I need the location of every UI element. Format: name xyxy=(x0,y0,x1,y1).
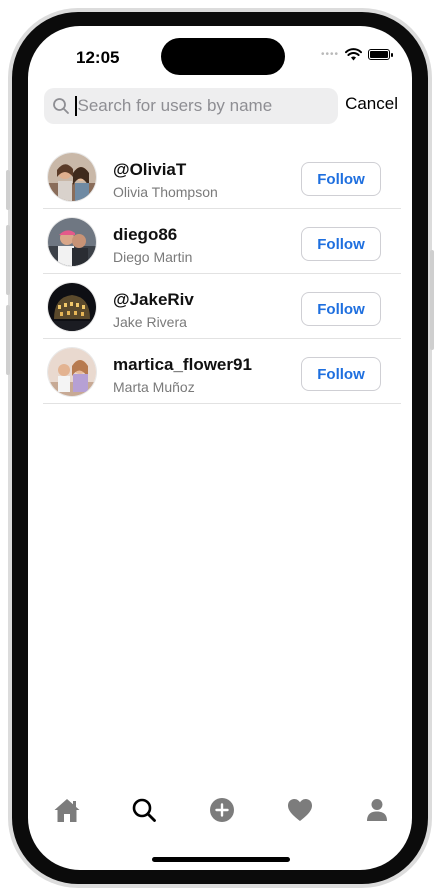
battery-icon xyxy=(368,49,393,60)
tab-activity[interactable] xyxy=(280,790,320,830)
follow-button[interactable]: Follow xyxy=(301,227,381,261)
user-row[interactable]: diego86 Diego Martin Follow xyxy=(43,209,401,274)
side-button xyxy=(6,305,10,375)
user-full-name: Olivia Thompson xyxy=(113,184,218,200)
search-input[interactable] xyxy=(77,96,318,116)
tab-create[interactable] xyxy=(202,790,242,830)
tab-home[interactable] xyxy=(47,790,87,830)
follow-button[interactable]: Follow xyxy=(301,162,381,196)
user-results-list: @OliviaT Olivia Thompson Follow diego86 … xyxy=(43,144,401,404)
user-handle[interactable]: @OliviaT xyxy=(113,160,186,180)
avatar[interactable] xyxy=(48,283,96,331)
search-icon xyxy=(53,98,69,114)
user-handle[interactable]: @JakeRiv xyxy=(113,290,194,310)
user-full-name: Diego Martin xyxy=(113,249,193,265)
user-row[interactable]: @JakeRiv Jake Rivera Follow xyxy=(43,274,401,339)
search-icon xyxy=(132,798,156,822)
cancel-button[interactable]: Cancel xyxy=(345,94,398,114)
side-button xyxy=(430,250,434,350)
dynamic-island xyxy=(161,38,285,75)
follow-button[interactable]: Follow xyxy=(301,292,381,326)
screen: 12:05 •••• Cancel xyxy=(28,26,412,870)
user-row[interactable]: martica_flower91 Marta Muñoz Follow xyxy=(43,339,401,404)
follow-button[interactable]: Follow xyxy=(301,357,381,391)
user-handle[interactable]: diego86 xyxy=(113,225,177,245)
cellular-signal-icon: •••• xyxy=(320,49,339,60)
add-icon xyxy=(210,798,234,822)
home-icon xyxy=(54,799,80,822)
home-indicator[interactable] xyxy=(152,857,290,862)
text-cursor xyxy=(75,96,77,116)
user-full-name: Jake Rivera xyxy=(113,314,187,330)
tab-search[interactable] xyxy=(124,790,164,830)
wifi-icon xyxy=(345,48,362,61)
profile-icon xyxy=(367,799,387,821)
avatar[interactable] xyxy=(48,348,96,396)
avatar[interactable] xyxy=(48,153,96,201)
tab-bar xyxy=(28,790,412,830)
user-row[interactable]: @OliviaT Olivia Thompson Follow xyxy=(43,144,401,209)
search-bar[interactable] xyxy=(44,88,338,124)
status-icons: •••• xyxy=(320,48,393,61)
status-time: 12:05 xyxy=(76,48,120,67)
user-full-name: Marta Muñoz xyxy=(113,379,195,395)
side-button xyxy=(6,170,10,210)
tab-profile[interactable] xyxy=(357,790,397,830)
heart-icon xyxy=(288,799,312,821)
avatar[interactable] xyxy=(48,218,96,266)
side-button xyxy=(6,225,10,295)
user-handle[interactable]: martica_flower91 xyxy=(113,355,252,375)
